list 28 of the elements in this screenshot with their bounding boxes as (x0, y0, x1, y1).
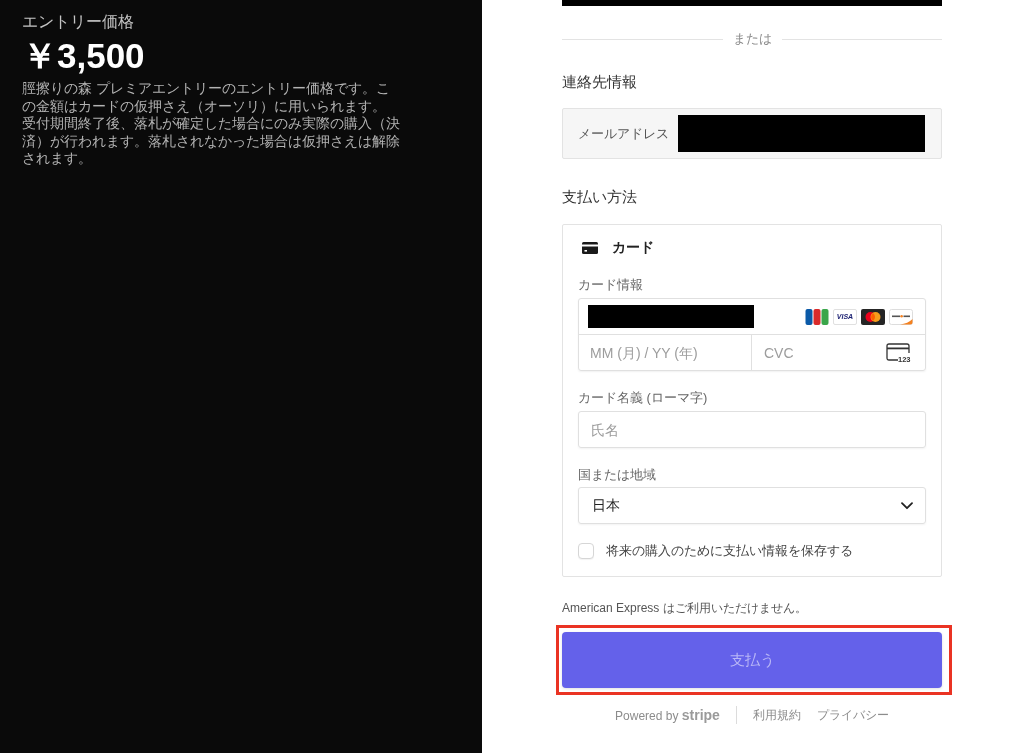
footer-link[interactable]: プライバシー (816, 706, 889, 724)
price-label: エントリー価格 (22, 12, 134, 32)
email-field[interactable]: メールアドレス (562, 108, 942, 159)
field-label: 国または地域 (578, 466, 656, 484)
card-logo-icon (861, 308, 885, 325)
field-label: カード名義 (ローマ字) (578, 389, 708, 407)
email-label: メールアドレス (578, 124, 669, 143)
expiry-field[interactable]: MM (月) / YY (年) (579, 335, 752, 370)
credit-card-icon (582, 242, 598, 254)
card-logo-icon (889, 308, 913, 325)
card-logo-icon (805, 308, 829, 325)
payment-method-title: カード (612, 239, 654, 257)
divider-label: または (732, 30, 772, 48)
section-heading: 連絡先情報 (562, 72, 637, 92)
price-description: 脛擦りの森 プレミアエントリーのエントリー価格です。この金額はカードの仮押さえ（オーソリ）に用いられます。 (22, 80, 391, 115)
section-heading: 支払い方法 (562, 187, 637, 207)
chevron-down-icon (901, 501, 913, 510)
cardholder-name-field[interactable]: 氏名 (578, 411, 926, 448)
checkbox[interactable] (578, 543, 594, 559)
cvc-field[interactable]: CVC (752, 335, 886, 370)
price-amount: ￥3,500 (22, 37, 145, 75)
footer-link[interactable]: 利用規約 (752, 706, 801, 724)
card-notice: American Express はご利用いただけません。 (562, 600, 807, 616)
checkbox-label[interactable]: 将来の購入のために支払い情報を保存する (606, 542, 853, 560)
country-select[interactable]: 日本 (578, 487, 926, 524)
price-description: 受付期間終了後、落札が確定した場合にのみ実際の購入（決済）が行われます。落札されなかった場合は仮押さえは解除されます。 (22, 115, 401, 168)
powered-by-link[interactable]: Powered by stripe (615, 707, 720, 723)
field-label: カード情報 (578, 276, 643, 294)
